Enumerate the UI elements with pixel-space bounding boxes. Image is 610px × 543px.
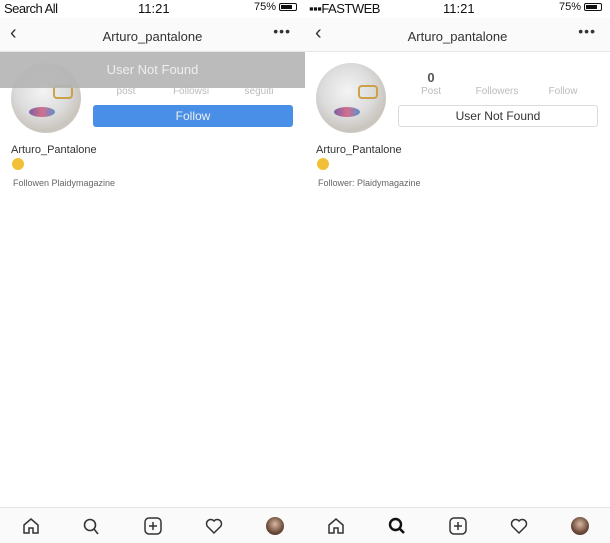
home-icon[interactable] bbox=[324, 514, 348, 538]
user-not-found-toast: User Not Found bbox=[0, 52, 305, 88]
add-icon[interactable] bbox=[446, 514, 470, 538]
followed-by[interactable]: Follower: Plaidymagazine bbox=[318, 178, 421, 188]
search-icon[interactable] bbox=[80, 514, 104, 538]
heart-icon[interactable] bbox=[507, 514, 531, 538]
stat-label-following: Follow bbox=[548, 86, 578, 97]
nav-bar: ‹ Arturo_pantalone ••• bbox=[305, 18, 610, 52]
post-count: 0 bbox=[427, 70, 435, 85]
nav-bar: ‹ Arturo_pantalone ••• bbox=[0, 18, 305, 52]
battery-percent: 75% bbox=[558, 1, 581, 13]
add-icon[interactable] bbox=[141, 514, 165, 538]
page-title: Arturo_pantalone bbox=[407, 29, 508, 44]
user-not-found-button[interactable]: User Not Found bbox=[398, 105, 598, 127]
carrier-label: ▪▪▪FASTWEB bbox=[309, 1, 380, 16]
clock: 11:21 bbox=[138, 1, 170, 16]
smiley-emoji-icon bbox=[317, 158, 329, 170]
search-icon[interactable] bbox=[385, 514, 409, 538]
profile-tab-avatar[interactable] bbox=[568, 514, 592, 538]
more-options-icon[interactable]: ••• bbox=[578, 23, 596, 39]
tab-bar bbox=[305, 507, 610, 543]
battery-icon bbox=[279, 3, 297, 11]
more-options-icon[interactable]: ••• bbox=[273, 23, 291, 39]
stat-label-followers: Followers bbox=[475, 86, 519, 97]
clock: 11:21 bbox=[443, 1, 475, 16]
status-bar: ▪▪▪FASTWEB 11:21 75% bbox=[305, 0, 610, 18]
stat-label-post: Post bbox=[420, 86, 442, 97]
status-bar: Search All 11:21 75% bbox=[0, 0, 305, 18]
follow-button[interactable]: Follow bbox=[93, 105, 293, 127]
profile-tab-avatar[interactable] bbox=[263, 514, 287, 538]
carrier-label: Search All bbox=[4, 1, 58, 16]
profile-name: Arturo_Pantalone bbox=[11, 144, 97, 156]
left-screen: Search All 11:21 75% ‹ Arturo_pantalone … bbox=[0, 0, 305, 543]
profile-name: Arturo_Pantalone bbox=[316, 144, 402, 156]
heart-icon[interactable] bbox=[202, 514, 226, 538]
followed-by[interactable]: Followen Plaidymagazine bbox=[13, 178, 115, 188]
right-screen: ▪▪▪FASTWEB 11:21 75% ‹ Arturo_pantalone … bbox=[305, 0, 610, 543]
battery-percent: 75% bbox=[253, 1, 276, 13]
battery-icon bbox=[584, 3, 602, 11]
home-icon[interactable] bbox=[19, 514, 43, 538]
page-title: Arturo_pantalone bbox=[102, 29, 203, 44]
tab-bar bbox=[0, 507, 305, 543]
smiley-emoji-icon bbox=[12, 158, 24, 170]
profile-avatar bbox=[316, 63, 386, 133]
